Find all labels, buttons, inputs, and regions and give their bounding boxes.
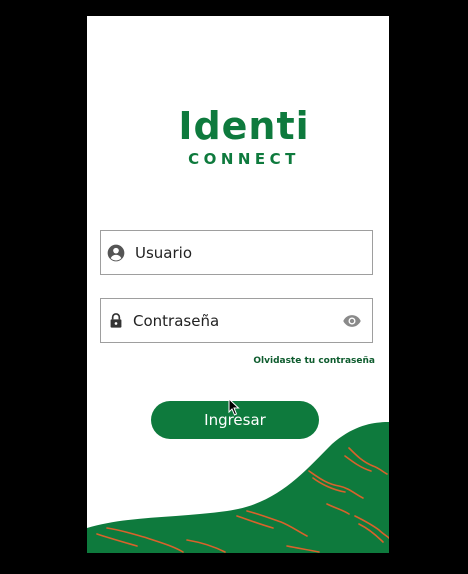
screen-frame: Identi CONNECT Olvidaste	[0, 0, 468, 574]
login-screen: Identi CONNECT Olvidaste	[87, 16, 389, 553]
mouse-cursor-icon	[228, 398, 240, 416]
decorative-wave-background	[87, 422, 389, 553]
